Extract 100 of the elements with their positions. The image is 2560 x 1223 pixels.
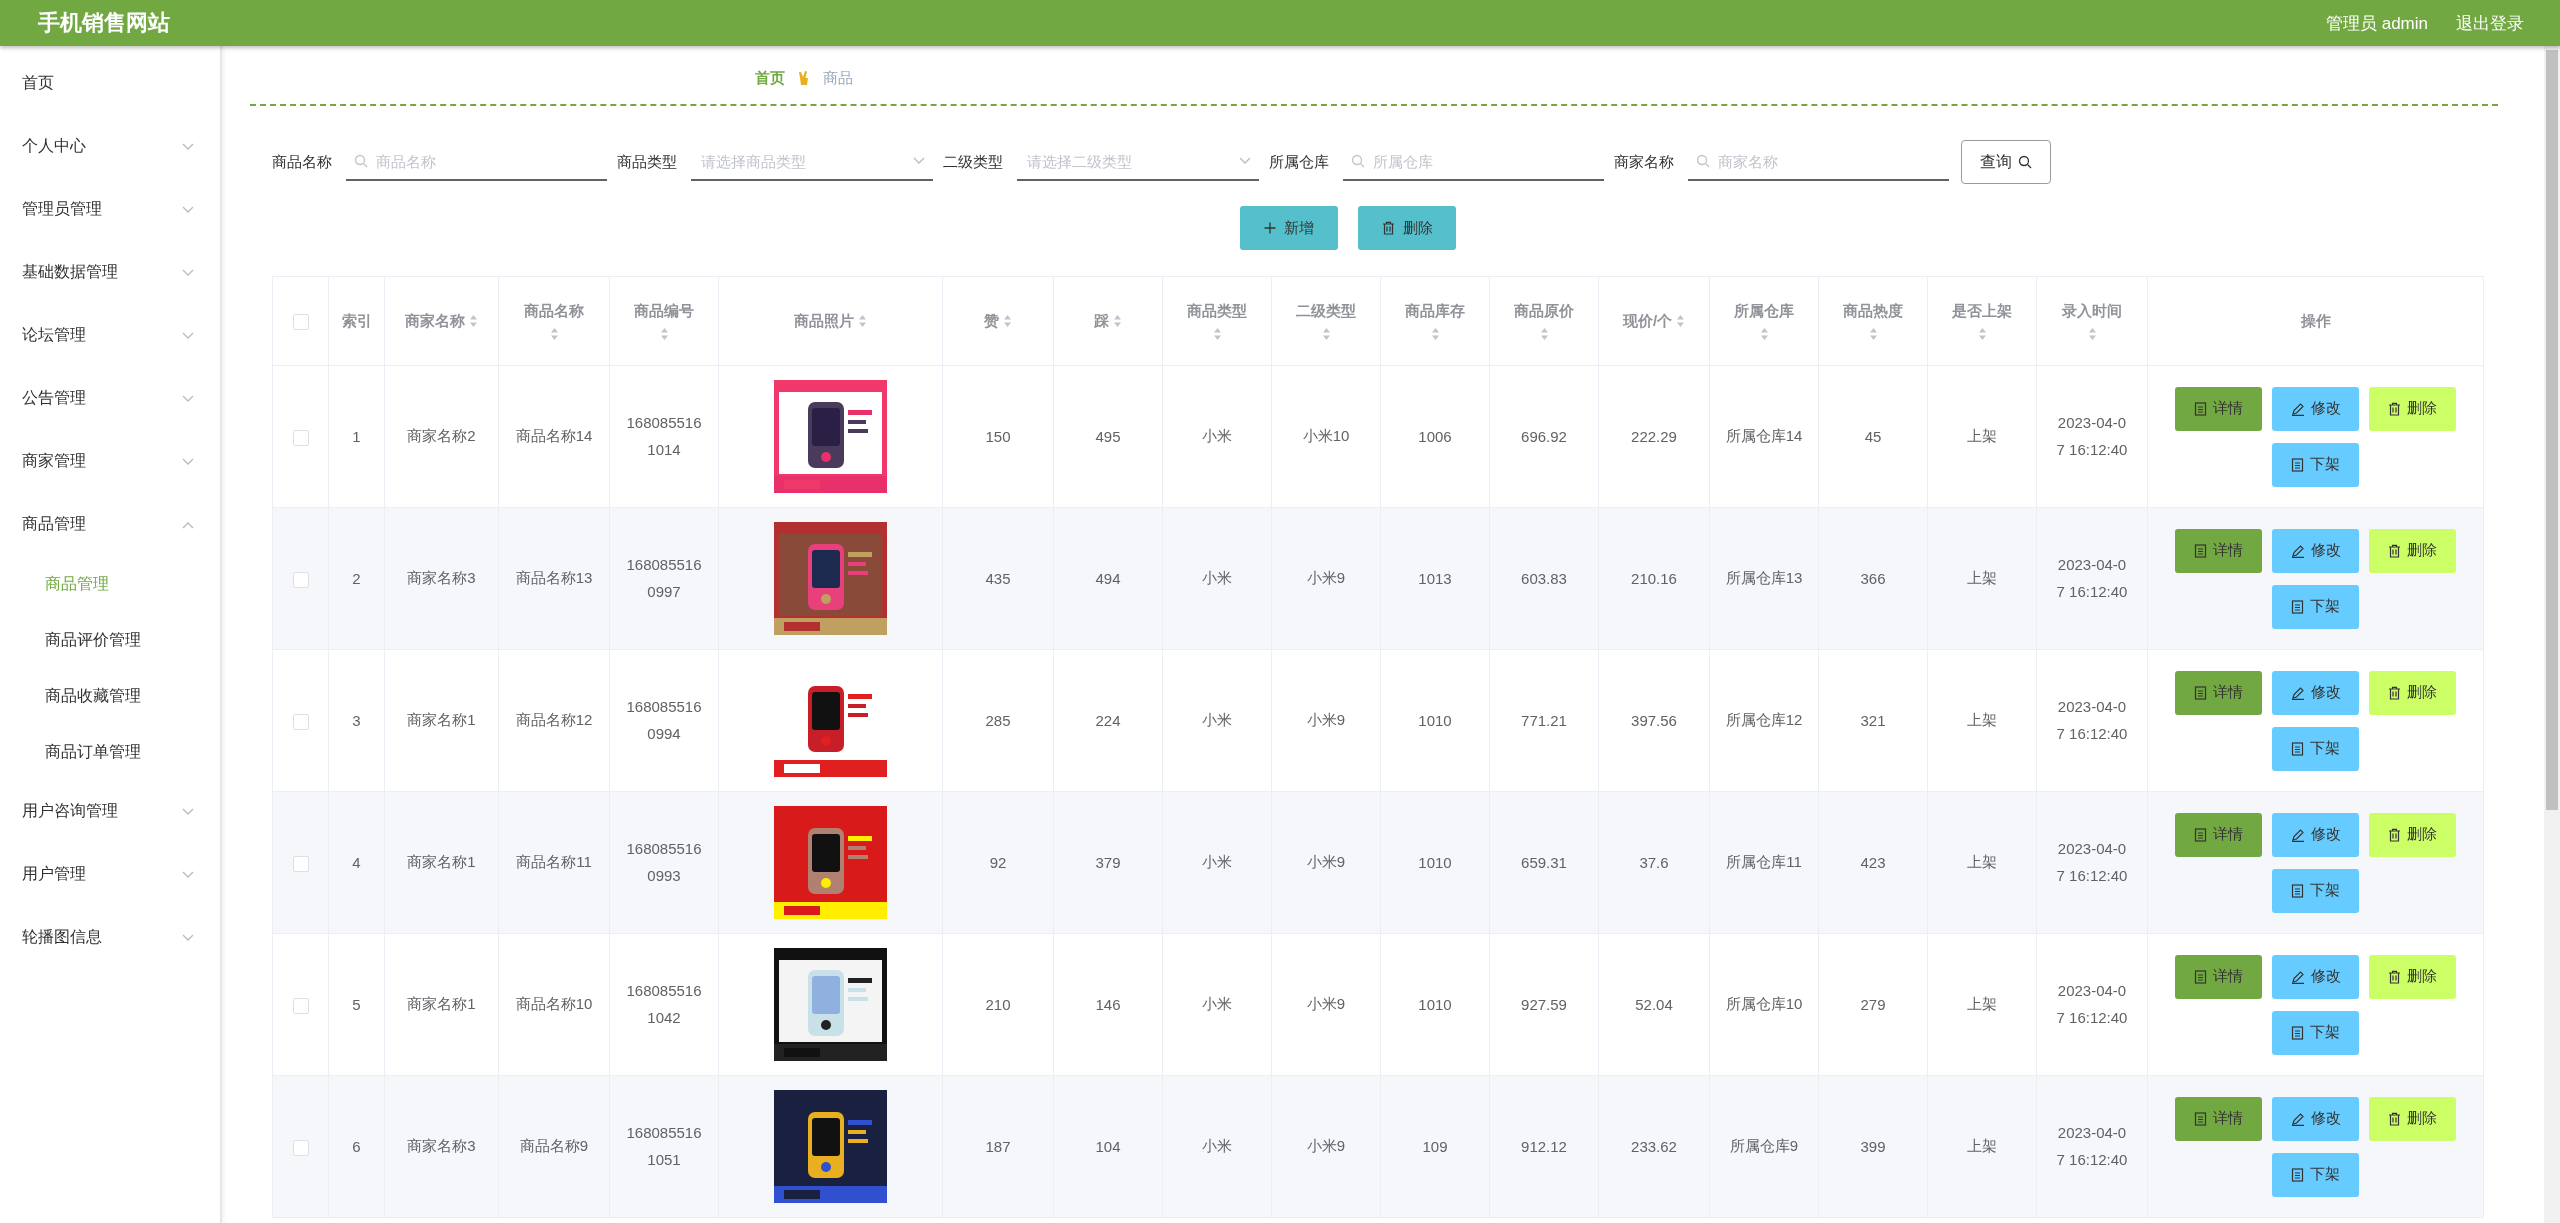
sidebar-item[interactable]: 基础数据管理 bbox=[0, 241, 220, 304]
checkbox[interactable] bbox=[292, 571, 309, 588]
sidebar-item[interactable]: 管理员管理 bbox=[0, 178, 220, 241]
edit-button[interactable]: 修改 bbox=[2272, 386, 2359, 431]
delete-button[interactable]: 删除 bbox=[1358, 206, 1456, 250]
edit-button[interactable]: 修改 bbox=[2272, 812, 2359, 857]
trash-icon bbox=[2388, 827, 2401, 842]
table-cell: 上架 bbox=[1967, 427, 1997, 444]
table-cell: 912.12 bbox=[1521, 1138, 1567, 1155]
sidebar-item[interactable]: 商家管理 bbox=[0, 430, 220, 493]
table-cell: 150 bbox=[985, 428, 1011, 445]
select-field[interactable]: 请选择二级类型 bbox=[1025, 151, 1233, 171]
delete-button[interactable]: 删除 bbox=[2369, 1096, 2456, 1141]
checkbox[interactable] bbox=[292, 1139, 309, 1156]
unlist-button[interactable]: 下架 bbox=[2272, 584, 2359, 629]
edit-button[interactable]: 修改 bbox=[2272, 1096, 2359, 1141]
checkbox[interactable] bbox=[292, 314, 309, 330]
scrollbar[interactable] bbox=[2544, 46, 2560, 1223]
table-cell: 37.6 bbox=[1639, 854, 1669, 871]
details-button[interactable]: 详情 bbox=[2175, 1096, 2262, 1141]
select-field[interactable]: 请选择商品类型 bbox=[699, 151, 907, 171]
unlist-button[interactable]: 下架 bbox=[2272, 868, 2359, 913]
chevron-icon bbox=[182, 870, 194, 879]
sort-icon bbox=[1113, 314, 1122, 328]
sidebar-item[interactable]: 首页 bbox=[0, 52, 220, 115]
table-cell: 222.29 bbox=[1631, 428, 1677, 445]
table-cell: 659.31 bbox=[1521, 854, 1567, 871]
unlist-button[interactable]: 下架 bbox=[2272, 726, 2359, 771]
delete-button[interactable]: 删除 bbox=[2369, 954, 2456, 999]
delete-button[interactable]: 删除 bbox=[2369, 670, 2456, 715]
table-cell-text: 1680855161042 bbox=[625, 981, 703, 1028]
sort-icon bbox=[1212, 326, 1222, 341]
checkbox[interactable] bbox=[292, 855, 309, 872]
unlist-button[interactable]: 下架 bbox=[2272, 1010, 2359, 1055]
edit-button[interactable]: 修改 bbox=[2272, 954, 2359, 999]
chevron-icon bbox=[182, 205, 194, 214]
table-cell: 商品名称11 bbox=[516, 853, 592, 870]
table-cell: 小米 bbox=[1202, 711, 1232, 728]
sort-icon bbox=[469, 314, 478, 328]
table-cell: 商品名称9 bbox=[519, 1137, 589, 1154]
table-cell: 上架 bbox=[1967, 853, 1997, 870]
details-button[interactable]: 详情 bbox=[2175, 954, 2262, 999]
sidebar-item[interactable]: 用户咨询管理 bbox=[0, 780, 220, 843]
sidebar-item[interactable]: 论坛管理 bbox=[0, 304, 220, 367]
trash-icon bbox=[2388, 969, 2401, 984]
unlist-button[interactable]: 下架 bbox=[2272, 1152, 2359, 1197]
sort-icon bbox=[2087, 326, 2097, 341]
trash-icon bbox=[2388, 1111, 2401, 1126]
field-label: 商家名称 bbox=[1614, 152, 1674, 172]
delete-button[interactable]: 删除 bbox=[2369, 528, 2456, 573]
sidebar-item[interactable]: 公告管理 bbox=[0, 367, 220, 430]
sort-icon bbox=[1321, 326, 1331, 341]
table-cell: 5 bbox=[352, 996, 361, 1013]
search-field[interactable]: 商家名称 bbox=[1716, 151, 1941, 171]
chevron-icon bbox=[182, 520, 194, 529]
table-cell: 商家名称2 bbox=[407, 427, 476, 444]
chevron-icon bbox=[1239, 157, 1251, 165]
table-cell: 52.04 bbox=[1635, 996, 1673, 1013]
chevron-icon bbox=[182, 807, 194, 816]
table-cell-text: 2023-04-07 16:12:40 bbox=[2056, 555, 2128, 602]
checkbox[interactable] bbox=[292, 997, 309, 1014]
sidebar-item[interactable]: 用户管理 bbox=[0, 843, 220, 906]
details-button[interactable]: 详情 bbox=[2175, 812, 2262, 857]
add-button[interactable]: 新增 bbox=[1240, 206, 1338, 250]
edit-button[interactable]: 修改 bbox=[2272, 528, 2359, 573]
document-icon bbox=[2194, 543, 2207, 558]
search-field[interactable]: 所属仓库 bbox=[1371, 151, 1596, 171]
edit-button[interactable]: 修改 bbox=[2272, 670, 2359, 715]
details-button[interactable]: 详情 bbox=[2175, 528, 2262, 573]
sidebar-subitem[interactable]: 商品订单管理 bbox=[0, 724, 220, 780]
table-cell: 494 bbox=[1095, 570, 1121, 587]
table-cell-text: 2023-04-07 16:12:40 bbox=[2056, 981, 2128, 1028]
search-button[interactable]: 查询 bbox=[1961, 140, 2051, 184]
document-icon bbox=[2194, 969, 2207, 984]
checkbox[interactable] bbox=[292, 429, 309, 446]
sidebar-subitem[interactable]: 商品收藏管理 bbox=[0, 668, 220, 724]
table-cell: 小米9 bbox=[1306, 711, 1346, 728]
table-cell-text: 1680855160997 bbox=[625, 555, 703, 602]
unlist-button[interactable]: 下架 bbox=[2272, 442, 2359, 487]
table-cell: 小米9 bbox=[1306, 569, 1346, 586]
search-icon bbox=[2018, 155, 2032, 169]
sidebar-subitem[interactable]: 商品评价管理 bbox=[0, 612, 220, 668]
checkbox[interactable] bbox=[292, 713, 309, 730]
column-header: 索引 bbox=[341, 311, 372, 329]
table-cell: 435 bbox=[985, 570, 1011, 587]
delete-button[interactable]: 删除 bbox=[2369, 812, 2456, 857]
delete-button[interactable]: 删除 bbox=[2369, 386, 2456, 431]
sidebar-item[interactable]: 轮播图信息 bbox=[0, 906, 220, 969]
details-button[interactable]: 详情 bbox=[2175, 386, 2262, 431]
table-cell: 233.62 bbox=[1631, 1138, 1677, 1155]
pencil-icon bbox=[2290, 685, 2305, 700]
trash-icon bbox=[2388, 543, 2401, 558]
sort-icon bbox=[1759, 326, 1769, 341]
search-field[interactable]: 商品名称 bbox=[374, 151, 599, 171]
sidebar-item[interactable]: 个人中心 bbox=[0, 115, 220, 178]
table-cell-text: 2023-04-07 16:12:40 bbox=[2056, 413, 2128, 460]
table-cell: 小米10 bbox=[1302, 427, 1350, 444]
scrollbar-thumb[interactable] bbox=[2546, 50, 2558, 810]
details-button[interactable]: 详情 bbox=[2175, 670, 2262, 715]
sidebar-item[interactable]: 商品管理 bbox=[0, 493, 220, 556]
